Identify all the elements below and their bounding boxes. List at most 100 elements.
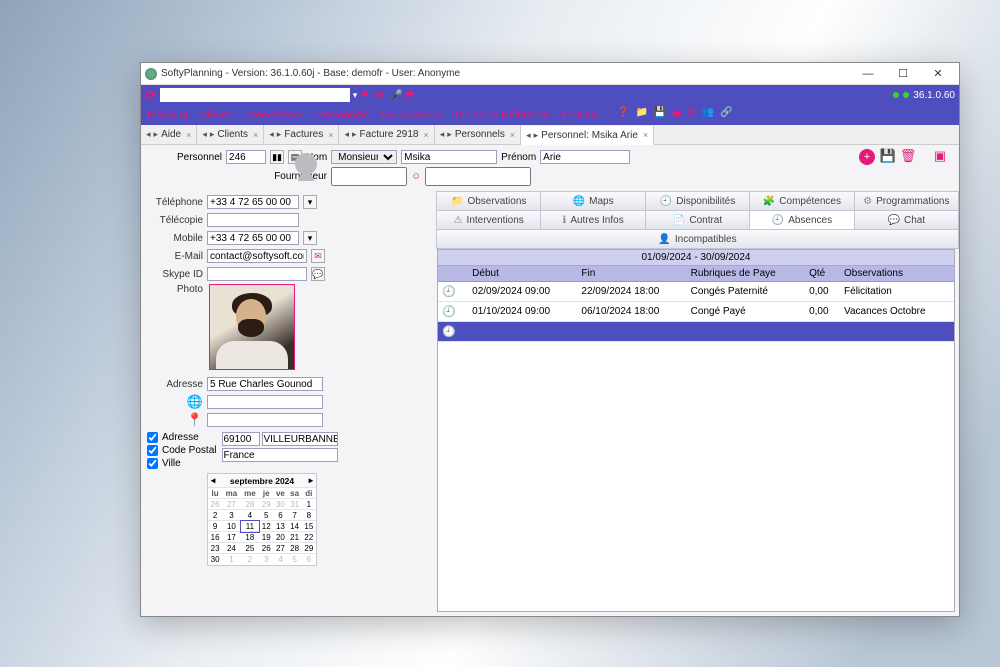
app-window: SoftyPlanning - Version: 36.1.0.60j - Ba… (140, 62, 960, 617)
globe-icon[interactable]: 🌐 (147, 394, 203, 410)
detail-panel: 📁Observations🌐Maps🕘Disponibilités🧩Compét… (437, 190, 959, 616)
subtab-contrat[interactable]: 📄Contrat (645, 210, 750, 230)
tab-icon: 👤 (658, 234, 670, 245)
lbl-prenom: Prénom (501, 152, 536, 163)
tab-personnels[interactable]: ◂▸Personnels× (435, 125, 521, 144)
titlebar: SoftyPlanning - Version: 36.1.0.60j - Ba… (141, 63, 959, 85)
fournisseur-input[interactable] (331, 167, 407, 186)
tab-clients[interactable]: ◂▸Clients× (197, 125, 264, 144)
users-icon[interactable]: 👥 (702, 107, 714, 124)
add-button[interactable]: + (859, 149, 875, 165)
mic-icon[interactable]: 🎤 (390, 90, 402, 101)
calendar[interactable]: ◂ septembre 2024 ▸ lumamejevesadi 262728… (207, 473, 317, 566)
mobile-input[interactable] (207, 231, 299, 245)
tab-facture2918[interactable]: ◂▸Facture 2918× (339, 125, 434, 144)
subtab-maps[interactable]: 🌐Maps (540, 191, 645, 211)
export-icon[interactable]: 🗎 (688, 107, 696, 124)
subtab-compétences[interactable]: 🧩Compétences (749, 191, 854, 211)
menu-tables[interactable]: Tables de Référence (453, 109, 549, 121)
print-icon[interactable]: 🖶 (672, 107, 681, 124)
mobile-dropdown-icon[interactable]: ▾ (303, 231, 317, 245)
fournisseur-name-input[interactable] (425, 167, 531, 186)
cal-prev-icon[interactable]: ◂ (211, 475, 215, 486)
save-icon[interactable]: 💾 (654, 107, 666, 124)
folder-icon[interactable]: 📁 (635, 107, 647, 124)
tab-aide[interactable]: ◂▸Aide× (141, 125, 197, 144)
nom-input[interactable] (401, 150, 497, 164)
skype-chat-icon[interactable]: 💬 (311, 267, 325, 281)
telecopie-input[interactable] (207, 213, 299, 227)
chk-adresse[interactable]: Adresse (147, 432, 216, 443)
table-row[interactable]: 🕘01/10/2024 09:0006/10/2024 18:00Congé P… (438, 302, 954, 322)
subtab-row-1: 📁Observations🌐Maps🕘Disponibilités🧩Compét… (437, 192, 959, 211)
calendar-grid[interactable]: lumamejevesadi 2627282930311234567891011… (208, 487, 316, 565)
menu-planning[interactable]: Planning (147, 109, 188, 121)
subtab-disponibilités[interactable]: 🕘Disponibilités (645, 191, 750, 211)
lbl-telecopie: Télécopie (147, 215, 203, 226)
flag-icon[interactable]: ⚑ (360, 90, 372, 101)
help-icon[interactable]: ❓ (617, 107, 629, 124)
tab-icon: 🧩 (763, 196, 775, 207)
subtab-observations[interactable]: 📁Observations (436, 191, 541, 211)
clock-icon: 🕘 (442, 306, 456, 318)
address-input[interactable] (160, 88, 350, 102)
tab-factures[interactable]: ◂▸Factures× (264, 125, 339, 144)
dropdown-icon[interactable]: ▾ (353, 90, 358, 101)
pays-input[interactable] (222, 448, 338, 462)
chk-ville[interactable]: Ville (147, 458, 216, 469)
delete-button[interactable]: 🗑 (901, 149, 915, 163)
telephone-input[interactable] (207, 195, 299, 209)
menu-clients[interactable]: Clients (200, 109, 232, 121)
subtab-incompatibles[interactable]: 👤Incompatibles (436, 229, 959, 249)
link-icon[interactable]: 🔗 (720, 107, 732, 124)
smiley-icon[interactable]: ☺ (411, 171, 421, 182)
menu-interventions[interactable]: Interventions (244, 109, 304, 121)
email-input[interactable] (207, 249, 307, 263)
cp-input[interactable] (222, 432, 260, 446)
tab-icon: ⚠ (454, 215, 463, 226)
tel-dropdown-icon[interactable]: ▾ (303, 195, 317, 209)
cal-next-icon[interactable]: ▸ (309, 475, 313, 486)
subtab-interventions[interactable]: ⚠Interventions (436, 210, 541, 230)
subtab-programmations[interactable]: ⚙Programmations (854, 191, 959, 211)
menu-fournisseurs[interactable]: Fournisseurs (381, 109, 442, 121)
skype-input[interactable] (207, 267, 307, 281)
menu-editions[interactable]: Editions (562, 109, 599, 121)
adresse2-input[interactable] (207, 395, 323, 409)
chk-codepostal[interactable]: Code Postal (147, 445, 216, 456)
prenom-input[interactable] (540, 150, 630, 164)
subtab-absences[interactable]: 🕘Absences (749, 210, 854, 230)
personnel-id-input[interactable] (226, 150, 266, 164)
tag-icon[interactable]: ⬒ (405, 90, 417, 101)
table-row[interactable]: 🕘02/09/2024 09:0022/09/2024 18:00Congés … (438, 282, 954, 302)
close-button[interactable]: ✕ (921, 65, 955, 83)
tab-personnel-msika[interactable]: ◂▸Personnel: Msika Arie× (521, 126, 654, 145)
tab-icon: 📄 (673, 215, 685, 226)
refresh-icon[interactable]: ⟳ (145, 88, 157, 102)
ville-input[interactable] (262, 432, 338, 446)
clock-icon: 🕘 (442, 326, 456, 338)
lbl-mobile: Mobile (147, 233, 203, 244)
menu-personnels[interactable]: Personnels (316, 109, 369, 121)
card-button[interactable]: ▣ (933, 149, 947, 163)
subtab-autres-infos[interactable]: ℹAutres Infos (540, 210, 645, 230)
lbl-telephone: Téléphone (147, 197, 203, 208)
map-pin-icon[interactable]: 📍 (147, 412, 203, 428)
mail-icon[interactable]: ✉ (375, 90, 387, 101)
lbl-personnel: Personnel (177, 152, 222, 163)
civilite-select[interactable]: Monsieur (331, 150, 397, 164)
subtab-chat[interactable]: 💬Chat (854, 210, 959, 230)
window-title: SoftyPlanning - Version: 36.1.0.60j - Ba… (161, 68, 460, 79)
save-button[interactable]: 💾 (881, 149, 895, 163)
tab-icon: 🌐 (573, 196, 585, 207)
adresse3-input[interactable] (207, 413, 323, 427)
table-row-new[interactable]: 🕘 (438, 322, 954, 342)
barcode-icon[interactable]: ▮▮ (270, 150, 284, 164)
cal-title: septembre 2024 (230, 476, 294, 486)
adresse-input[interactable] (207, 377, 323, 391)
maximize-button[interactable]: ☐ (886, 65, 920, 83)
send-email-icon[interactable]: ✉ (311, 249, 325, 263)
tab-icon: 🕘 (660, 196, 672, 207)
minimize-button[interactable]: — (851, 65, 885, 83)
photo-box[interactable] (209, 284, 295, 370)
